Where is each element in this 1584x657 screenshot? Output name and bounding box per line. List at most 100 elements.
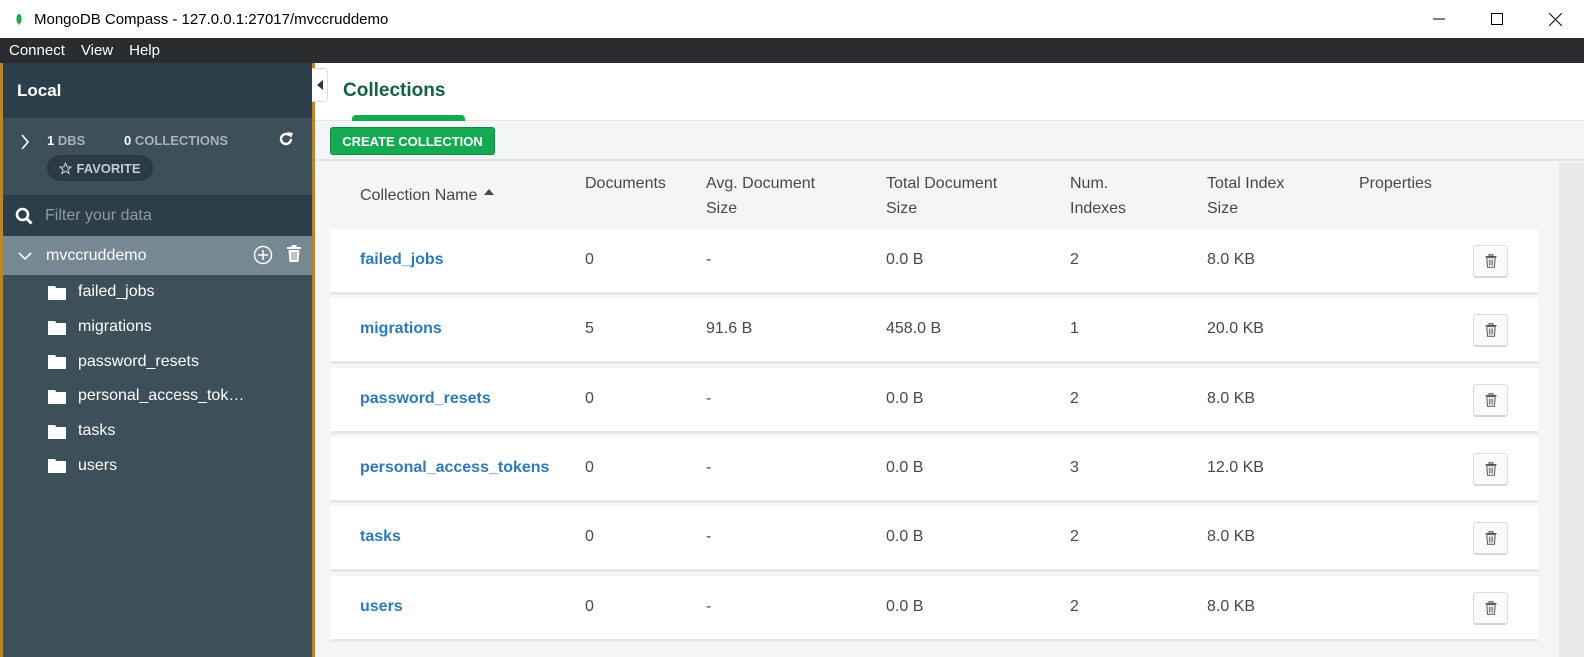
table-row[interactable]: password_resets 0 - 0.0 B 2 8.0 KB — [330, 367, 1538, 434]
sidebar-collection-item[interactable]: failed_jobs — [3, 275, 312, 310]
drop-collection-button[interactable] — [1473, 245, 1508, 278]
column-header-avg-document-size[interactable]: Avg. Document Size — [706, 171, 815, 221]
dbs-count-value: 1 — [47, 133, 55, 148]
collection-name-link[interactable]: tasks — [360, 528, 401, 546]
column-header-collection-name[interactable]: Collection Name — [360, 183, 494, 208]
total-document-size: 0.0 B — [886, 251, 924, 268]
documents-count: 0 — [585, 458, 594, 476]
filter-input[interactable] — [45, 206, 285, 225]
sidebar-collection-item[interactable]: users — [3, 448, 312, 483]
avg-document-size: - — [706, 458, 712, 476]
dbs-label: DBS — [57, 133, 86, 148]
create-collection-button[interactable]: CREATE COLLECTION — [330, 127, 495, 155]
column-header-label: Collection Name — [360, 187, 478, 204]
column-header-num-indexes[interactable]: Num. Indexes — [1070, 171, 1126, 221]
avg-document-size: 91.6 B — [706, 320, 753, 338]
column-header-properties[interactable]: Properties — [1359, 171, 1432, 196]
collections-label: COLLECTIONS — [134, 133, 229, 148]
sidebar-collection-label: migrations — [78, 318, 152, 336]
column-header-label: Indexes — [1070, 200, 1127, 217]
sidebar: Local 1 DBS 0 COLLECTIONS FAVORITE mvccr… — [0, 63, 315, 657]
sidebar-collection-item[interactable]: personal_access_tok… — [3, 379, 312, 414]
close-icon — [1548, 12, 1562, 26]
sidebar-database-item[interactable]: mvccruddemo — [3, 236, 312, 275]
total-document-size: 0.0 B — [886, 458, 924, 476]
menu-help[interactable]: Help — [129, 42, 160, 59]
table-row[interactable]: tasks 0 - 0.0 B 2 8.0 KB — [330, 506, 1538, 573]
dbs-count: 1 DBS — [47, 133, 85, 148]
star-icon — [59, 161, 73, 175]
mongodb-leaf-icon — [16, 14, 22, 25]
column-header-documents[interactable]: Documents — [585, 171, 666, 196]
toolbar: CREATE COLLECTION — [315, 121, 1584, 161]
table-row[interactable]: users 0 - 0.0 B 2 8.0 KB — [330, 575, 1538, 642]
close-button[interactable] — [1526, 0, 1584, 38]
column-header-total-index-size[interactable]: Total Index Size — [1207, 171, 1284, 221]
favorite-button[interactable]: FAVORITE — [47, 155, 153, 181]
sidebar-collection-label: tasks — [78, 422, 116, 440]
num-indexes: 3 — [1070, 458, 1079, 476]
trash-icon — [1485, 323, 1496, 338]
maximize-button[interactable] — [1468, 0, 1526, 38]
menu-connect[interactable]: Connect — [9, 42, 65, 59]
total-document-size: 0.0 B — [886, 597, 924, 615]
column-header-label: Total Document — [886, 175, 998, 192]
scrollbar[interactable] — [1559, 163, 1584, 657]
folder-icon — [48, 459, 66, 474]
folder-icon — [48, 285, 66, 300]
collections-count-value: 0 — [124, 133, 132, 148]
sidebar-collection-item[interactable]: tasks — [3, 414, 312, 449]
total-document-size: 0.0 B — [886, 528, 924, 546]
sidebar-collection-label: users — [78, 456, 118, 474]
drop-collection-button[interactable] — [1473, 522, 1508, 556]
sidebar-collection-list: failed_jobs migrations password_resets p… — [3, 275, 312, 483]
maximize-icon — [1491, 13, 1503, 25]
drop-database-icon[interactable] — [286, 245, 302, 263]
title-bar: MongoDB Compass - 127.0.0.1:27017/mvccru… — [0, 0, 1584, 38]
chevron-right-icon[interactable] — [20, 134, 30, 150]
connection-header[interactable]: Local — [3, 63, 312, 118]
refresh-icon[interactable] — [278, 131, 294, 147]
drop-collection-button[interactable] — [1473, 314, 1508, 348]
sidebar-collection-item[interactable]: migrations — [3, 310, 312, 345]
minimize-button[interactable] — [1410, 0, 1468, 38]
collections-table: Collection Name Documents Avg. Document S… — [315, 163, 1559, 657]
sidebar-collection-label: failed_jobs — [78, 283, 155, 301]
column-header-label: Properties — [1359, 175, 1432, 192]
collection-name-link[interactable]: personal_access_tokens — [360, 459, 549, 477]
avg-document-size: - — [706, 251, 712, 268]
table-row[interactable]: personal_access_tokens 0 - 0.0 B 3 12.0 KB — [330, 436, 1538, 503]
main-header: Collections — [315, 63, 1584, 121]
column-header-total-document-size[interactable]: Total Document Size — [886, 171, 997, 221]
folder-icon — [48, 355, 66, 370]
tab-collections[interactable]: Collections — [343, 80, 445, 102]
table-row[interactable]: failed_jobs 0 - 0.0 B 2 8.0 KB — [330, 229, 1538, 295]
menu-view[interactable]: View — [81, 42, 113, 59]
window-title: MongoDB Compass - 127.0.0.1:27017/mvccru… — [34, 10, 389, 28]
collection-name-link[interactable]: users — [360, 598, 403, 616]
total-index-size: 8.0 KB — [1207, 389, 1256, 407]
collapse-sidebar-button[interactable] — [312, 68, 328, 102]
trash-icon — [1485, 461, 1496, 476]
filter-bar — [3, 195, 312, 236]
add-collection-icon[interactable] — [253, 245, 273, 265]
total-document-size: 0.0 B — [886, 389, 924, 407]
drop-collection-button[interactable] — [1473, 452, 1508, 486]
total-index-size: 8.0 KB — [1207, 528, 1256, 546]
folder-icon — [48, 389, 66, 404]
documents-count: 5 — [585, 320, 594, 338]
table-row[interactable]: migrations 5 91.6 B 458.0 B 1 20.0 KB — [330, 298, 1538, 365]
num-indexes: 2 — [1070, 389, 1079, 407]
collection-name-link[interactable]: password_resets — [360, 390, 491, 408]
drop-collection-button[interactable] — [1473, 383, 1508, 417]
drop-collection-button[interactable] — [1473, 591, 1508, 625]
collection-name-link[interactable]: failed_jobs — [360, 251, 444, 269]
avg-document-size: - — [706, 389, 712, 407]
documents-count: 0 — [585, 597, 594, 615]
caret-left-icon — [316, 80, 323, 90]
sidebar-collection-item[interactable]: password_resets — [3, 344, 312, 379]
trash-icon — [1485, 392, 1496, 407]
collection-name-link[interactable]: migrations — [360, 320, 442, 338]
chevron-down-icon[interactable] — [18, 251, 32, 261]
column-header-label: Total Index — [1207, 175, 1285, 192]
